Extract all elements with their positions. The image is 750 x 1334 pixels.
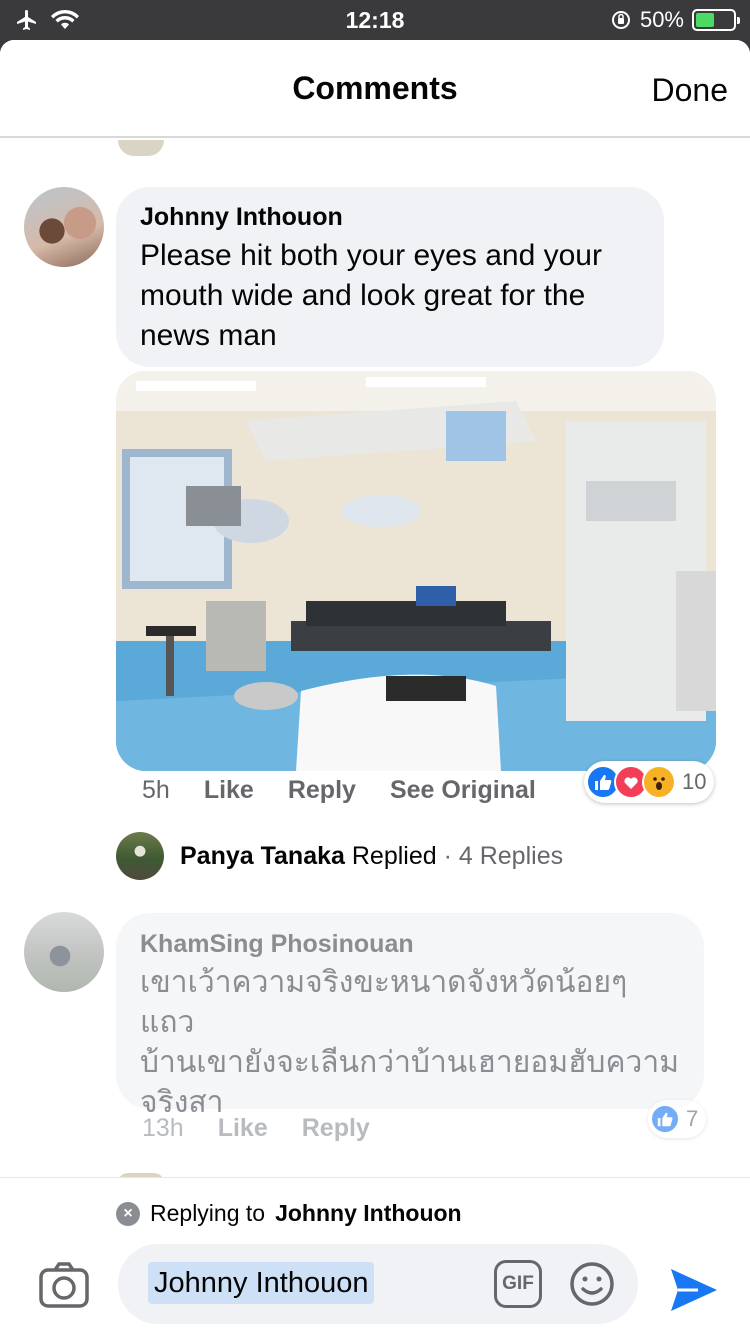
done-button[interactable]: Done (652, 72, 729, 109)
replier-name: Panya Tanaka (180, 842, 345, 870)
previous-comment-avatar (118, 140, 164, 156)
avatar[interactable] (116, 832, 164, 880)
comment-bubble[interactable]: KhamSing Phosinouan เขาเว้าความจริงขะหนา… (116, 913, 704, 1119)
reaction-count: 10 (682, 769, 707, 794)
comment-input-text[interactable]: Johnny Inthouon (148, 1262, 375, 1304)
reaction-count: 7 (686, 1106, 699, 1131)
gif-button[interactable]: GIF (494, 1260, 542, 1308)
reply-button[interactable]: Reply (302, 1114, 370, 1143)
replied-label: Replied (351, 842, 437, 870)
comment-text: เขาเว้าความจริงขะหนาดจังหวัดน้อยๆแถว บ้า… (140, 963, 680, 1123)
wow-icon (642, 765, 676, 799)
status-right: 50% (610, 7, 740, 33)
replying-to-name: Johnny Inthouon (275, 1200, 462, 1226)
reaction-summary[interactable]: 7 (648, 1100, 707, 1138)
cancel-reply-icon[interactable]: × (116, 1201, 140, 1226)
comment-time: 13h (142, 1114, 184, 1142)
comment-bubble[interactable]: Johnny Inthouon Please hit both your eye… (116, 187, 664, 367)
battery-icon (692, 9, 740, 31)
see-original-button[interactable]: See Original (390, 776, 536, 805)
comments-sheet: Comments Done Johnny Inthouon Please hit… (0, 40, 750, 1334)
comment-author[interactable]: Johnny Inthouon (140, 203, 640, 232)
status-bar: 12:18 50% (0, 0, 750, 40)
reaction-summary[interactable]: 10 (584, 761, 715, 803)
like-button[interactable]: Like (204, 776, 254, 805)
avatar[interactable] (24, 187, 104, 267)
emoji-icon[interactable] (568, 1260, 616, 1308)
avatar[interactable] (24, 912, 104, 992)
comment-actions: 13h Like Reply (142, 1114, 370, 1143)
operating-room-image (116, 371, 716, 771)
sheet-header: Comments Done (0, 40, 750, 138)
battery-percent: 50% (639, 7, 684, 32)
reply-button[interactable]: Reply (288, 776, 356, 805)
page-title: Comments (292, 70, 458, 106)
view-replies-link[interactable]: Panya Tanaka Replied · 4 Replies (180, 842, 563, 871)
like-icon (650, 1104, 680, 1134)
replying-prefix: Replying to (150, 1200, 266, 1226)
replies-count: 4 Replies (458, 842, 564, 870)
orientation-lock-icon (611, 11, 630, 29)
comment-author[interactable]: KhamSing Phosinouan (140, 930, 680, 959)
camera-icon[interactable] (38, 1260, 90, 1312)
comment-composer: × Replying to Johnny Inthouon Johnny Int… (0, 1177, 750, 1334)
comment-text-line: เขาเว้าความจริงขะหนาดจังหวัดน้อยๆแถว (140, 966, 628, 1039)
separator: · (443, 842, 452, 870)
comment-time: 5h (142, 776, 170, 804)
comment-actions: 5h Like Reply See Original (142, 776, 536, 805)
comment-text: Please hit both your eyes and your mouth… (140, 239, 602, 352)
comment-photo[interactable] (116, 371, 716, 771)
battery-fill (696, 13, 714, 27)
comment-text-line: บ้านเขายังจะเลีนกว่าบ้านเฮายอมฮับความ (140, 1046, 679, 1079)
replying-to-bar: × Replying to Johnny Inthouon (116, 1200, 462, 1227)
like-button[interactable]: Like (218, 1114, 268, 1143)
send-icon[interactable] (668, 1266, 720, 1314)
comment-input[interactable]: Johnny Inthouon GIF (118, 1244, 638, 1324)
